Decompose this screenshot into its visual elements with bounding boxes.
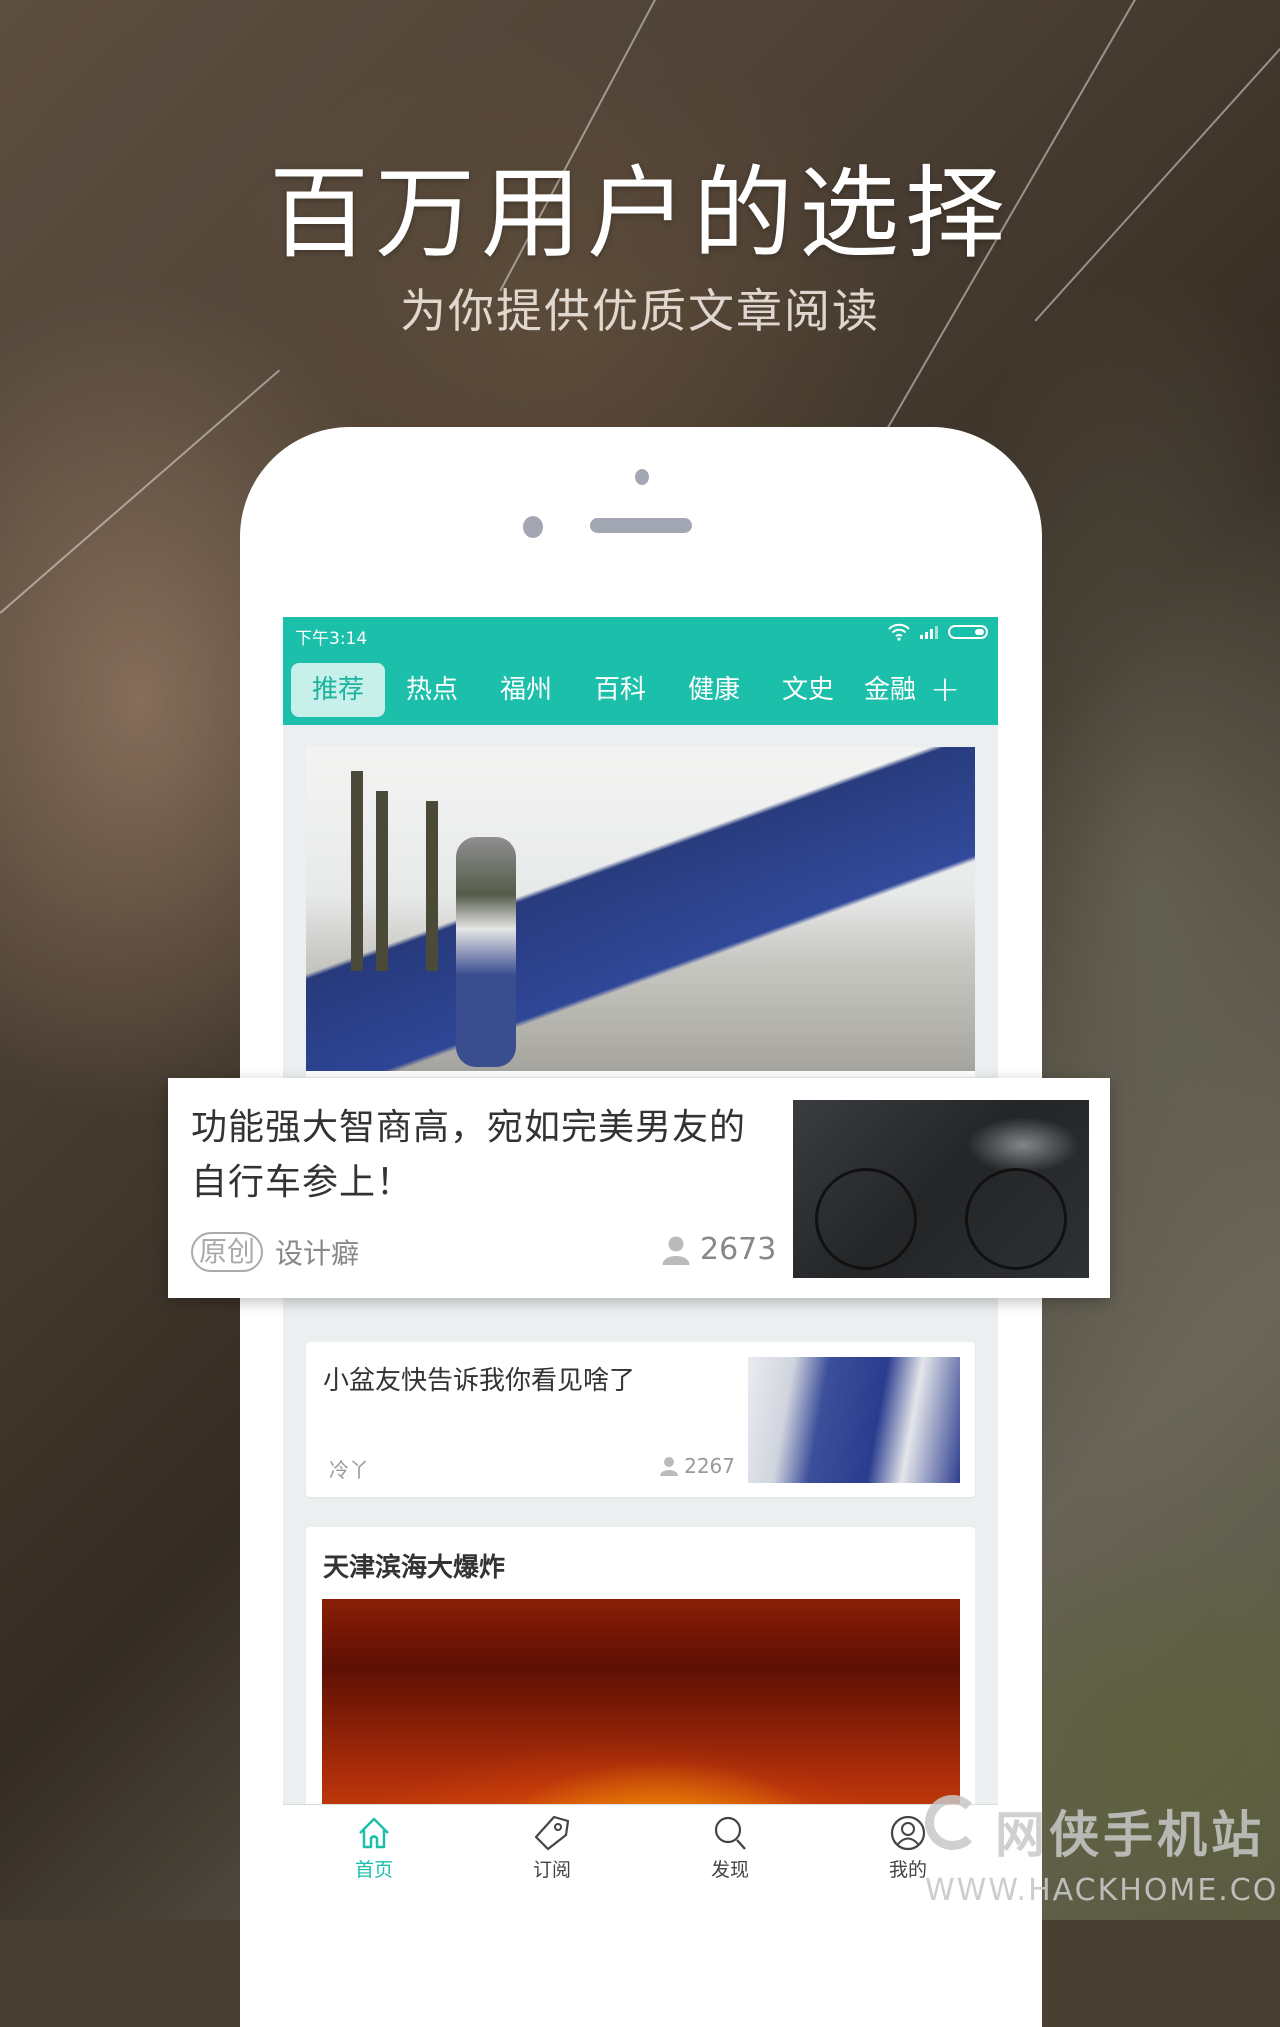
nav-discover-label: 发现 <box>710 1859 749 1881</box>
watermark-name: 网侠手机站 <box>995 1806 1265 1864</box>
article-views: 2267 <box>660 1454 735 1478</box>
nav-discover[interactable]: 发现 <box>690 1813 770 1882</box>
battery-icon <box>948 625 988 639</box>
signal-icon <box>920 625 938 639</box>
promo-subheadline: 为你提供优质文章阅读 <box>400 284 880 338</box>
hero-article-card[interactable] <box>306 747 975 1077</box>
promo-headline: 百万用户的选择 <box>269 155 1011 272</box>
featured-article-view-count: 2673 <box>700 1232 777 1267</box>
featured-article-author: 设计癖 <box>275 1237 360 1270</box>
featured-article-card[interactable]: 功能强大智商高，宛如完美男友的自行车参上！ 原创 设计癖 2673 <box>168 1078 1110 1298</box>
user-icon <box>662 1236 690 1265</box>
status-icons <box>888 623 988 641</box>
wifi-icon <box>888 623 910 641</box>
tab-history[interactable]: 文史 <box>761 663 855 717</box>
home-icon <box>359 1817 389 1849</box>
article-card[interactable]: 小盆友快告诉我你看见啥了 冷丫 2267 <box>306 1342 975 1497</box>
watermark-logo-icon <box>925 1795 980 1850</box>
article-title: 小盆友快告诉我你看见啥了 <box>323 1366 636 1396</box>
featured-article-thumbnail <box>793 1100 1089 1278</box>
user-icon <box>660 1457 679 1476</box>
original-badge: 原创 <box>191 1232 264 1272</box>
tab-health[interactable]: 健康 <box>667 663 761 717</box>
add-channel-button[interactable]: + <box>925 663 965 717</box>
featured-article-title: 功能强大智商高，宛如完美男友的自行车参上！ <box>191 1107 747 1203</box>
tag-icon <box>534 1815 570 1851</box>
article-thumbnail <box>748 1357 960 1483</box>
app-header: 下午3:14 推荐 热点 福州 百科 健康 文史 金融 + <box>283 617 998 725</box>
watermark-url: WWW.HACKHOME.COM <box>925 1873 1280 1908</box>
article-view-count: 2267 <box>684 1454 735 1478</box>
proximity-sensor <box>635 469 649 485</box>
channel-tabs: 推荐 热点 福州 百科 健康 文史 金融 + <box>291 663 998 717</box>
nav-subscribe-label: 订阅 <box>532 1859 571 1881</box>
user-icon <box>890 1815 926 1851</box>
bottom-nav: 首页 订阅 发现 我的 <box>283 1804 998 1920</box>
front-camera <box>523 516 543 538</box>
news-title: 天津滨海大爆炸 <box>323 1553 506 1583</box>
nav-subscribe[interactable]: 订阅 <box>512 1813 592 1882</box>
nav-home-label: 首页 <box>354 1859 393 1881</box>
tab-finance[interactable]: 金融 <box>855 663 925 717</box>
featured-article-meta: 原创 设计癖 <box>191 1232 359 1272</box>
tab-hot[interactable]: 热点 <box>385 663 479 717</box>
article-author: 冷丫 <box>329 1458 369 1482</box>
tab-encyclopedia[interactable]: 百科 <box>573 663 667 717</box>
tab-recommend[interactable]: 推荐 <box>291 663 385 717</box>
featured-article-views: 2673 <box>662 1232 776 1267</box>
status-time: 下午3:14 <box>295 629 368 649</box>
nav-home[interactable]: 首页 <box>334 1813 414 1882</box>
earpiece-speaker <box>590 518 692 533</box>
hero-article-image <box>306 747 975 1071</box>
tab-fuzhou[interactable]: 福州 <box>479 663 573 717</box>
search-icon <box>714 1816 746 1850</box>
